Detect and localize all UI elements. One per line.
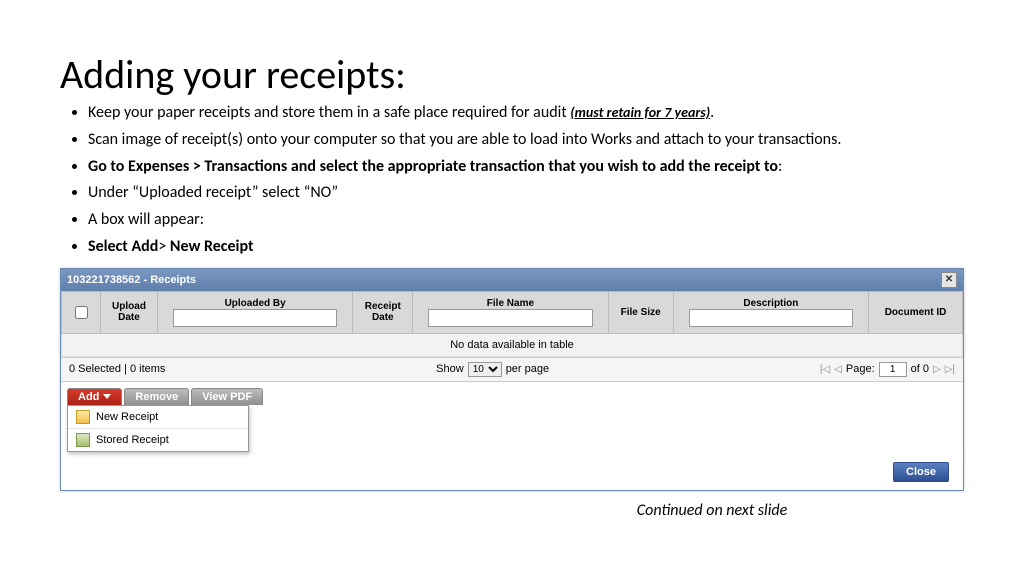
action-bar: Add Remove View PDF New Receipt Stored R… [61, 381, 963, 490]
bullet-6-new: New Receipt [170, 237, 254, 256]
receipts-panel: 103221738562 - Receipts ✕ Upload Date Up… [60, 268, 964, 491]
bullet-6: Select Add> New Receipt [88, 237, 964, 258]
per-page-label: per page [506, 363, 549, 375]
menu-item-new-receipt[interactable]: New Receipt [68, 406, 248, 429]
table-header-row: Upload Date Uploaded By Receipt Date Fil… [62, 291, 963, 333]
col-description[interactable]: Description [673, 291, 868, 333]
no-data-row: No data available in table [62, 333, 963, 356]
page-label: Page: [846, 363, 875, 375]
bullet-3-colon: : [778, 157, 782, 176]
col-uploaded-by[interactable]: Uploaded By [157, 291, 352, 333]
chevron-down-icon [103, 394, 111, 399]
col-document-id[interactable]: Document ID [869, 291, 963, 333]
bullet-4: Under “Uploaded receipt” select “NO” [88, 183, 964, 204]
panel-title: 103221738562 - Receipts [67, 274, 196, 286]
first-page-icon[interactable]: |◁ [820, 364, 830, 375]
col-file-size[interactable]: File Size [608, 291, 673, 333]
col-description-label: Description [678, 298, 864, 309]
add-button-label: Add [78, 391, 99, 403]
col-upload-date[interactable]: Upload Date [101, 291, 158, 333]
filter-description[interactable] [689, 309, 853, 327]
bullet-5: A box will appear: [88, 210, 964, 231]
table-footer: 0 Selected | 0 items Show 10 per page |◁… [61, 357, 963, 381]
bullet-2: Scan image of receipt(s) onto your compu… [88, 130, 964, 151]
no-data-message: No data available in table [62, 333, 963, 356]
select-all-checkbox[interactable] [75, 306, 88, 319]
col-uploaded-by-label: Uploaded By [162, 298, 348, 309]
of-label: of 0 [911, 363, 929, 375]
instruction-list: Keep your paper receipts and store them … [60, 103, 964, 258]
continued-note: Continued on next slide [460, 501, 964, 520]
add-dropdown-menu: New Receipt Stored Receipt [67, 405, 249, 452]
panel-header: 103221738562 - Receipts ✕ [61, 269, 963, 291]
receipts-table: Upload Date Uploaded By Receipt Date Fil… [61, 291, 963, 357]
bullet-3-bold: Go to Expenses > Transactions and select… [88, 157, 778, 176]
prev-page-icon[interactable]: ◁ [834, 364, 842, 375]
bullet-1-text: Keep your paper receipts and store them … [88, 103, 570, 122]
next-page-icon[interactable]: ▷ [933, 364, 941, 375]
new-receipt-icon [76, 410, 90, 424]
bullet-1: Keep your paper receipts and store them … [88, 103, 964, 124]
close-button[interactable]: Close [893, 462, 949, 482]
filter-file-name[interactable] [428, 309, 592, 327]
last-page-icon[interactable]: ▷| [945, 364, 955, 375]
page-input[interactable] [879, 362, 907, 377]
bullet-3: Go to Expenses > Transactions and select… [88, 157, 964, 178]
col-receipt-date[interactable]: Receipt Date [353, 291, 413, 333]
menu-item-new-receipt-label: New Receipt [96, 411, 158, 423]
stored-receipt-icon [76, 433, 90, 447]
add-button[interactable]: Add [67, 388, 122, 405]
bullet-1-period: . [710, 103, 714, 122]
menu-item-stored-receipt[interactable]: Stored Receipt [68, 429, 248, 451]
col-file-name-label: File Name [417, 298, 603, 309]
slide-title: Adding your receipts: [60, 50, 964, 99]
close-icon[interactable]: ✕ [941, 272, 957, 288]
per-page-select[interactable]: 10 [468, 362, 502, 377]
bullet-6-gt: > [158, 237, 170, 256]
menu-item-stored-receipt-label: Stored Receipt [96, 434, 169, 446]
remove-button[interactable]: Remove [124, 388, 189, 405]
view-pdf-button[interactable]: View PDF [191, 388, 263, 405]
pagination: |◁ ◁ Page: of 0 ▷ ▷| [820, 362, 955, 377]
filter-uploaded-by[interactable] [173, 309, 337, 327]
col-file-name[interactable]: File Name [413, 291, 608, 333]
bullet-6-add: Select Add [88, 237, 158, 256]
selection-count: 0 Selected | 0 items [69, 363, 165, 375]
show-label: Show [436, 363, 464, 375]
bullet-1-emphasis: (must retain for 7 years) [570, 104, 710, 121]
